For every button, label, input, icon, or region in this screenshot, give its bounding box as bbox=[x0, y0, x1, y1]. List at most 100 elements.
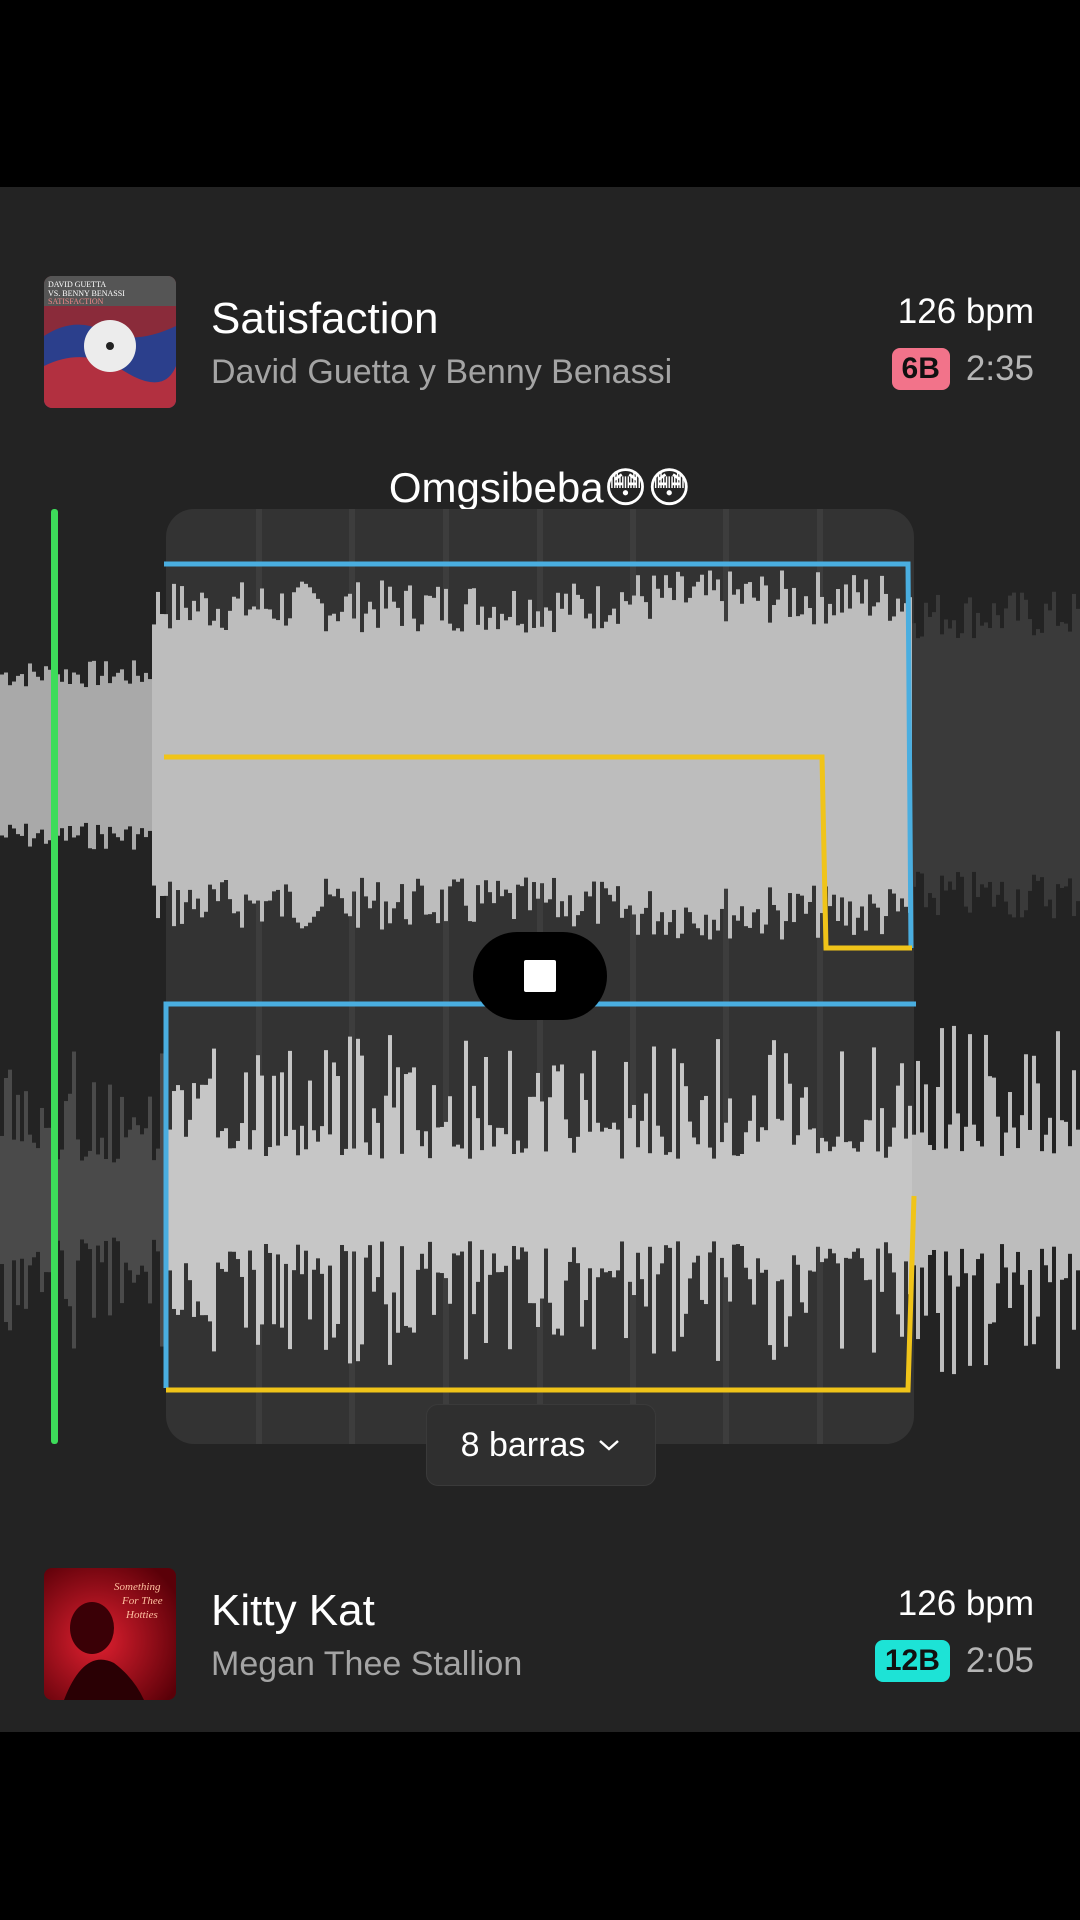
waveform-bar bbox=[996, 615, 1000, 895]
track-title: Kitty Kat bbox=[211, 1586, 375, 1635]
waveform-bar bbox=[244, 1072, 248, 1328]
waveform-bar bbox=[352, 1148, 356, 1252]
waveform-bar bbox=[608, 1129, 612, 1271]
waveform-bar bbox=[184, 1136, 188, 1264]
waveform-bar bbox=[192, 1083, 196, 1317]
waveform-bar bbox=[896, 598, 900, 912]
waveform-bar bbox=[1048, 1117, 1052, 1283]
waveform-bar bbox=[408, 1072, 412, 1328]
waveform-bar bbox=[276, 1145, 280, 1255]
waveform-bar bbox=[500, 1127, 504, 1273]
waveform-bar bbox=[92, 1082, 96, 1318]
waveform-bar bbox=[384, 1095, 388, 1305]
waveform-bar bbox=[208, 1078, 212, 1322]
waveform-bar bbox=[1064, 1121, 1068, 1279]
waveform-bar bbox=[628, 1118, 632, 1282]
waveform-bar bbox=[948, 1124, 952, 1276]
waveform-bar bbox=[76, 1139, 80, 1261]
waveform-bar bbox=[252, 1130, 256, 1270]
waveform-bar bbox=[880, 1108, 884, 1292]
waveform-bar bbox=[1040, 632, 1044, 878]
svg-text:Something: Something bbox=[114, 1581, 161, 1593]
waveform-bar bbox=[44, 666, 48, 844]
waveform-bar bbox=[952, 1025, 956, 1375]
waveform-bar bbox=[932, 1150, 936, 1250]
waveform-bar bbox=[284, 1136, 288, 1264]
waveform-bar bbox=[60, 681, 64, 829]
waveform-bar bbox=[720, 1142, 724, 1258]
waveform-bar bbox=[96, 685, 100, 825]
waveform-bar bbox=[1044, 603, 1048, 907]
waveform-bar bbox=[520, 1152, 524, 1248]
waveform-bar bbox=[224, 1128, 228, 1272]
waveform-bar bbox=[40, 680, 44, 830]
track-artist: Megan Thee Stallion bbox=[211, 1645, 523, 1683]
waveform-bar bbox=[396, 1067, 400, 1333]
waveform-bar bbox=[876, 1151, 880, 1249]
waveform-bar bbox=[580, 1073, 584, 1327]
waveform-bar bbox=[844, 1142, 848, 1258]
waveform-bar bbox=[120, 669, 124, 841]
waveform-bar bbox=[1052, 1153, 1056, 1247]
waveform-bar bbox=[880, 575, 884, 935]
waveform-bar bbox=[972, 1124, 976, 1276]
waveform-bar bbox=[760, 1127, 764, 1273]
waveform-bar bbox=[980, 625, 984, 885]
waveform-bar bbox=[1020, 592, 1024, 918]
waveform-bar bbox=[588, 1131, 592, 1269]
waveform-bar bbox=[556, 1071, 560, 1329]
waveform-bar bbox=[564, 1119, 568, 1281]
waveform-bar bbox=[964, 1126, 968, 1274]
waveform-bar bbox=[960, 1151, 964, 1249]
waveform-bar bbox=[892, 616, 896, 894]
waveform-bar bbox=[684, 1086, 688, 1314]
waveform-bar bbox=[988, 1076, 992, 1324]
waveform-bar bbox=[220, 1131, 224, 1269]
waveform-bar bbox=[1008, 595, 1012, 915]
waveform-bar bbox=[104, 1159, 108, 1241]
waveform-bar bbox=[804, 1087, 808, 1313]
waveform-bar bbox=[268, 1147, 272, 1253]
waveform-bar bbox=[640, 1120, 644, 1280]
waveform-bar bbox=[236, 1140, 240, 1260]
waveform-bar bbox=[428, 1158, 432, 1242]
waveform-bar bbox=[764, 1130, 768, 1270]
waveform-bar bbox=[1064, 623, 1068, 887]
waveform-bar bbox=[28, 663, 32, 847]
stop-button[interactable] bbox=[473, 932, 607, 1020]
waveform-bar bbox=[0, 1135, 4, 1265]
waveform-bar bbox=[212, 1048, 216, 1352]
waveform-bar bbox=[976, 612, 980, 898]
waveform-bar bbox=[884, 1157, 888, 1243]
waveform-bar bbox=[504, 1134, 508, 1266]
waveform-bar bbox=[1032, 635, 1036, 875]
waveform-bar bbox=[264, 1155, 268, 1245]
waveform-bar bbox=[800, 1097, 804, 1303]
waveform-bar bbox=[32, 671, 36, 839]
waveform-bar bbox=[864, 579, 868, 931]
waveform-bar bbox=[248, 1149, 252, 1251]
waveform-bar bbox=[232, 1148, 236, 1252]
waveform-bar bbox=[740, 1154, 744, 1246]
waveform-bar bbox=[332, 1062, 336, 1338]
bars-dropdown[interactable]: 8 barras bbox=[426, 1404, 656, 1486]
waveform-bar bbox=[656, 1125, 660, 1275]
waveform-bar bbox=[200, 1084, 204, 1316]
waveform-bar bbox=[620, 1158, 624, 1242]
waveform-bar bbox=[1060, 622, 1064, 888]
waveform-bar bbox=[924, 1084, 928, 1316]
chevron-down-icon bbox=[599, 1440, 620, 1451]
waveform-bar bbox=[1056, 1031, 1060, 1369]
waveform-bar bbox=[136, 1125, 140, 1275]
waveform-bar bbox=[692, 1137, 696, 1263]
waveform-bar bbox=[0, 674, 4, 836]
waveform-bar bbox=[312, 1130, 316, 1270]
waveform-bar bbox=[188, 1119, 192, 1281]
waveform-bar bbox=[936, 1087, 940, 1313]
waveform-bar bbox=[964, 603, 968, 907]
waveform-bar bbox=[308, 1080, 312, 1320]
waveform-bar bbox=[748, 1120, 752, 1280]
track-row-bottom[interactable]: Something For Thee Hotties Kitty Kat Meg… bbox=[0, 1568, 1080, 1708]
waveform-bar bbox=[1024, 1054, 1028, 1346]
waveform-bar bbox=[148, 679, 152, 831]
